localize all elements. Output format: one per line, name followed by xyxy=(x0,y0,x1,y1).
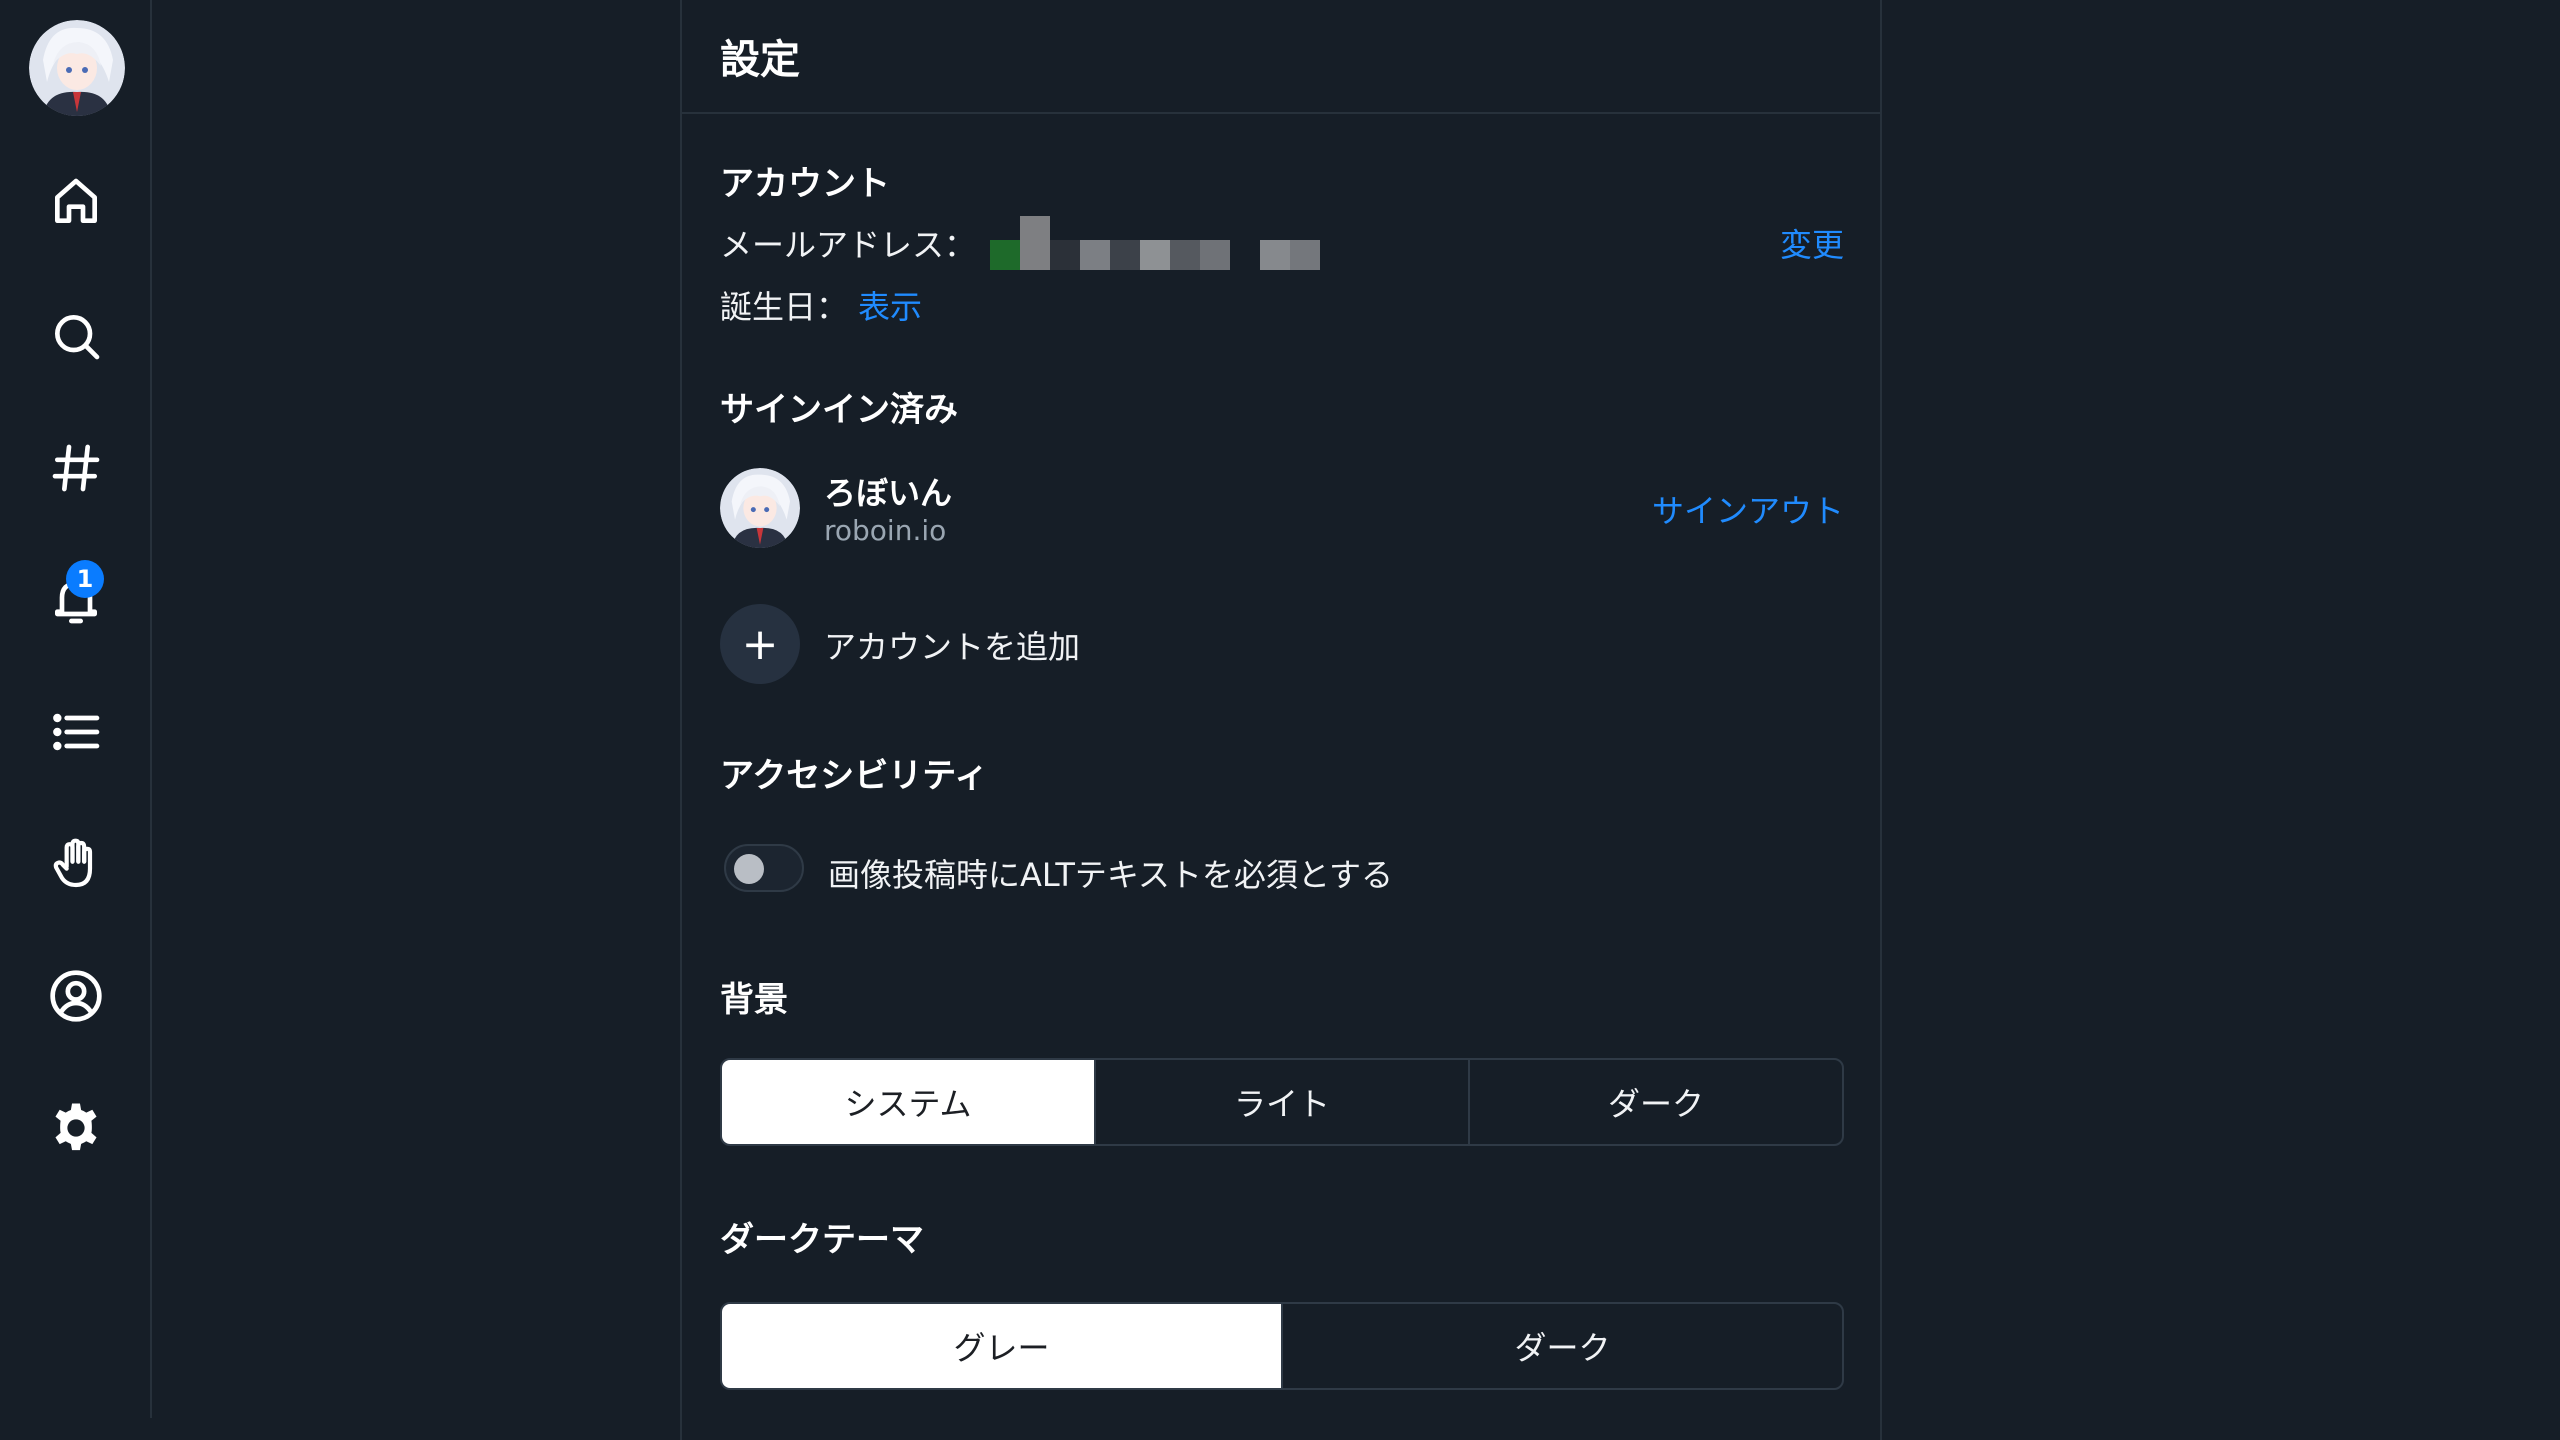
nav-home[interactable] xyxy=(24,150,128,254)
dark-theme-option-dark[interactable]: ダーク xyxy=(1283,1304,1842,1388)
settings-header: 設定 xyxy=(682,0,1880,114)
plus-icon: + xyxy=(741,618,779,670)
avatar[interactable] xyxy=(29,20,125,116)
background-segmented-control: システム ライト ダーク xyxy=(720,1058,1844,1146)
nav-rail: 1 xyxy=(0,0,152,1418)
dark-theme-section-title: ダークテーマ xyxy=(720,1220,924,1260)
dark-theme-option-gray[interactable]: グレー xyxy=(722,1304,1283,1388)
home-icon xyxy=(55,178,97,224)
signed-in-section-title: サインイン済み xyxy=(720,390,958,430)
gear-icon xyxy=(55,1103,97,1151)
list-icon xyxy=(53,713,100,751)
account-avatar[interactable] xyxy=(720,468,800,548)
accessibility-section-title: アクセシビリティ xyxy=(720,756,989,796)
notification-badge: 1 xyxy=(66,560,104,598)
settings-column: 設定 アカウント メールアドレス： 変更 誕生日： 表示 サインイン済み ろぼい… xyxy=(680,0,1882,1440)
background-option-dark[interactable]: ダーク xyxy=(1470,1060,1842,1144)
email-label: メールアドレス： xyxy=(720,226,977,264)
birthday-label: 誕生日： xyxy=(720,288,849,326)
background-section-title: 背景 xyxy=(720,980,788,1020)
nav-feeds[interactable] xyxy=(24,416,128,520)
account-section-title: アカウント xyxy=(720,164,890,204)
hand-icon xyxy=(53,838,93,888)
account-name: ろぼいん xyxy=(824,474,953,512)
account-handle: roboin.io xyxy=(824,514,947,547)
sign-out-link[interactable]: サインアウト xyxy=(1652,486,1844,532)
dark-theme-segmented-control: グレー ダーク xyxy=(720,1302,1844,1390)
add-account-button[interactable]: + xyxy=(720,604,800,684)
nav-profile[interactable] xyxy=(24,944,128,1048)
change-email-link[interactable]: 変更 xyxy=(1780,220,1844,266)
background-option-light[interactable]: ライト xyxy=(1096,1060,1470,1144)
search-icon xyxy=(55,315,100,360)
page-title: 設定 xyxy=(720,37,800,83)
hashtag-icon xyxy=(52,444,100,492)
nav-search[interactable] xyxy=(24,284,128,388)
profile-icon xyxy=(50,970,102,1022)
background-option-system[interactable]: システム xyxy=(722,1060,1096,1144)
nav-lists[interactable] xyxy=(24,680,128,784)
nav-moderation[interactable] xyxy=(24,812,128,916)
add-account-label[interactable]: アカウントを追加 xyxy=(824,622,1080,668)
show-birthday-link[interactable]: 表示 xyxy=(858,282,922,328)
redacted-email xyxy=(990,216,1330,270)
toggle-knob xyxy=(734,854,764,884)
alt-text-required-label[interactable]: 画像投稿時にALTテキストを必須とする xyxy=(828,850,1393,896)
alt-text-required-toggle[interactable] xyxy=(724,844,804,892)
nav-settings[interactable] xyxy=(24,1076,128,1180)
